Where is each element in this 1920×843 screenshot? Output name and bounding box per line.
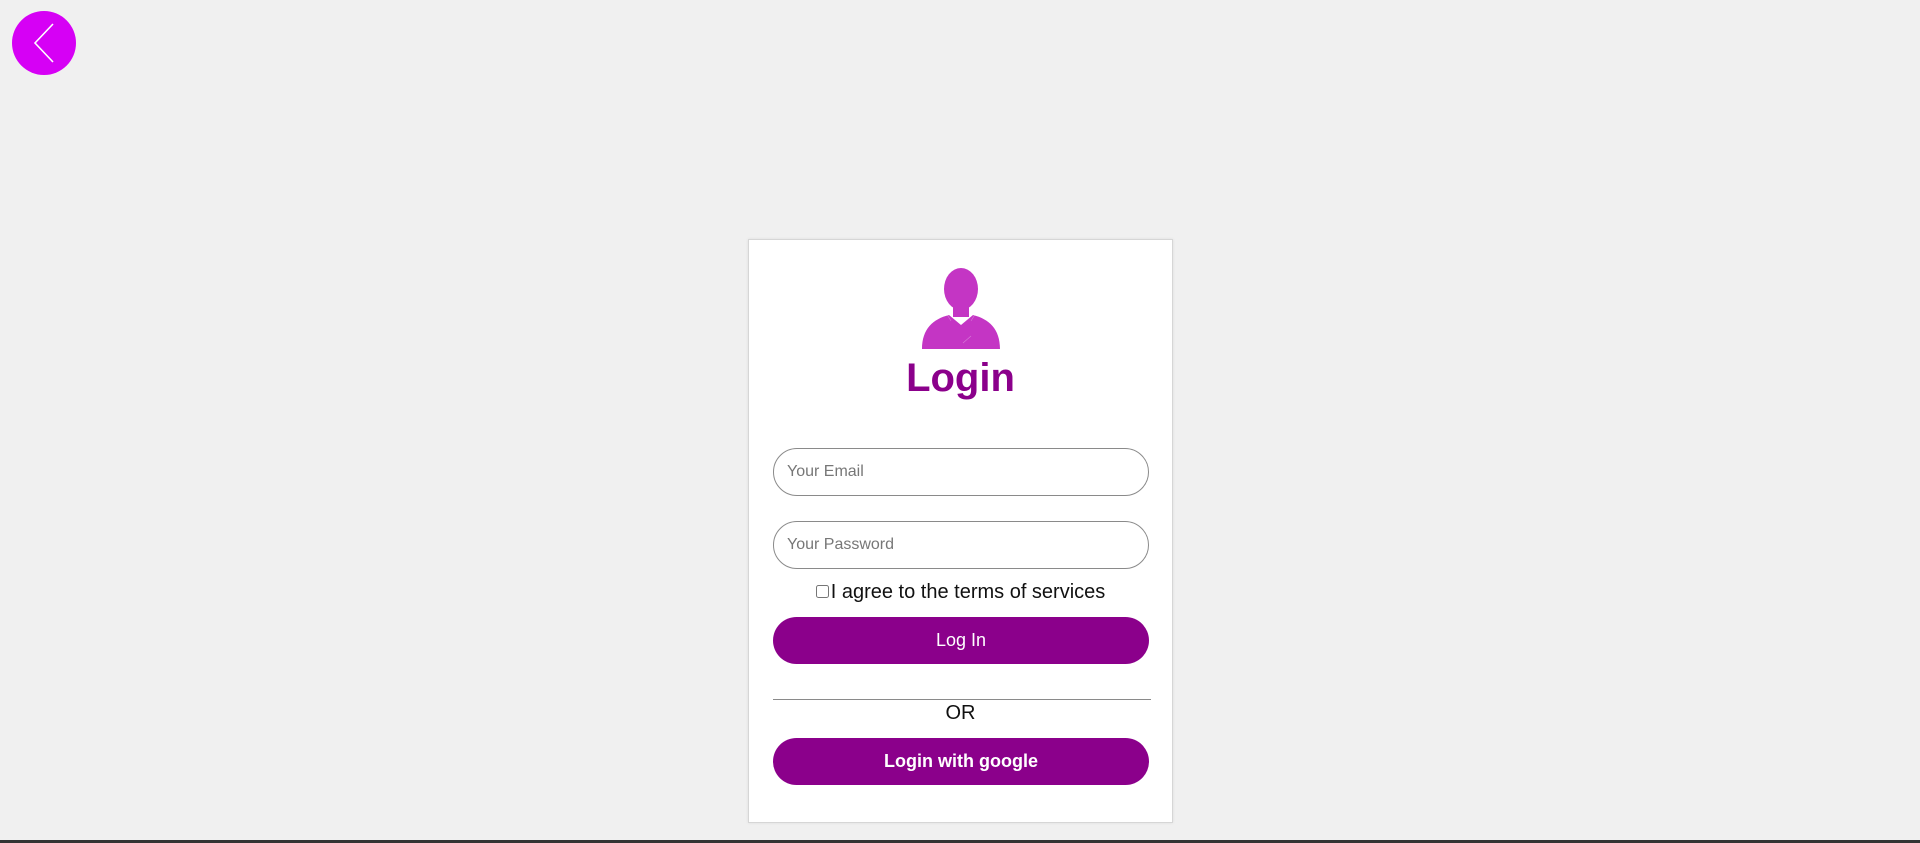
- google-login-button[interactable]: Login with google: [773, 738, 1149, 785]
- email-input[interactable]: [773, 448, 1149, 496]
- terms-checkbox[interactable]: [815, 584, 829, 598]
- chevron-left-icon: [31, 21, 57, 65]
- page-title: Login: [906, 356, 1015, 400]
- divider-line: [773, 699, 1151, 700]
- login-button[interactable]: Log In: [773, 617, 1149, 664]
- or-divider-text: OR: [945, 702, 976, 724]
- login-card: Login I agree to the terms of services L…: [748, 239, 1173, 823]
- terms-row: I agree to the terms of services: [749, 578, 1172, 606]
- back-button[interactable]: [12, 11, 76, 75]
- password-input[interactable]: [773, 521, 1149, 569]
- user-silhouette-icon: [919, 265, 1003, 351]
- terms-label: I agree to the terms of services: [830, 581, 1106, 603]
